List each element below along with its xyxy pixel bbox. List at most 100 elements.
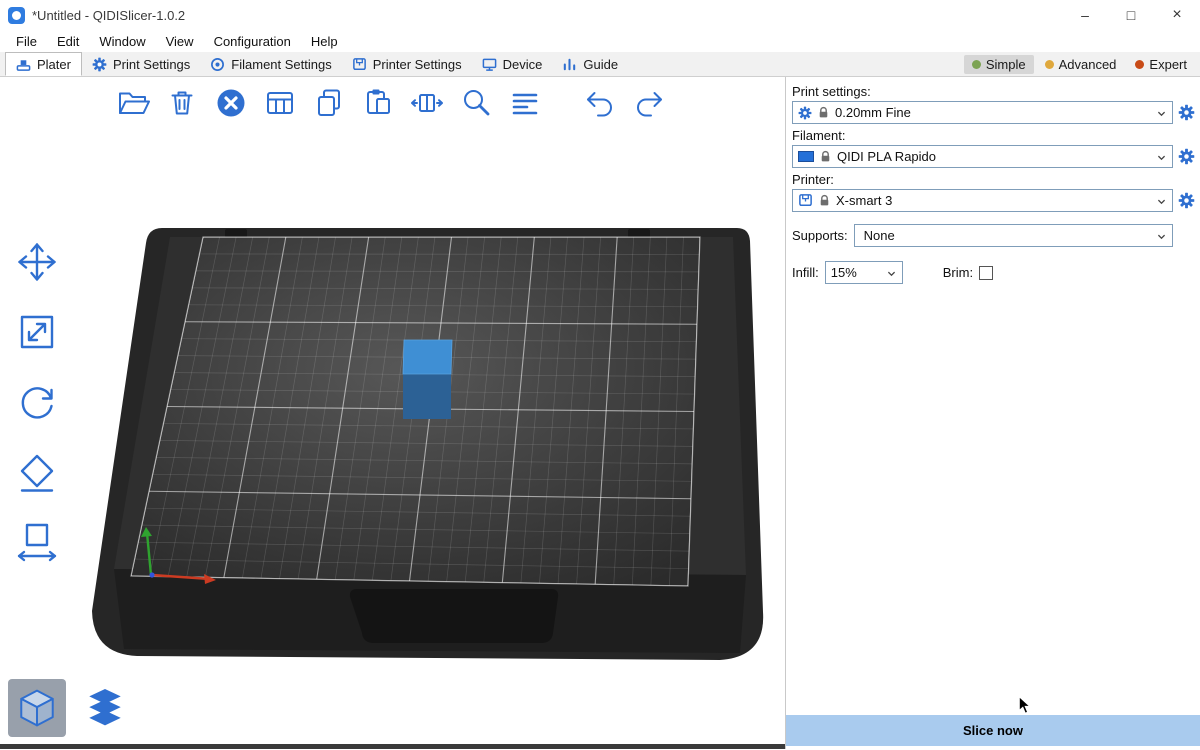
lock-icon	[817, 106, 830, 119]
viewport-bottom-strip	[0, 744, 785, 749]
rotate-tool-button[interactable]	[8, 375, 66, 429]
paste-button[interactable]	[359, 84, 397, 122]
tab-device[interactable]: Device	[472, 52, 553, 76]
menu-help[interactable]: Help	[301, 34, 348, 49]
tab-label: Guide	[583, 57, 618, 72]
printer-value: X-smart 3	[836, 193, 892, 208]
edit-printer-button[interactable]	[1178, 192, 1195, 209]
paste-icon	[360, 85, 396, 121]
close-button[interactable]: ×	[1154, 0, 1200, 30]
mode-label: Advanced	[1059, 57, 1117, 72]
open-button[interactable]	[114, 84, 152, 122]
mode-simple[interactable]: Simple	[964, 55, 1034, 74]
menu-edit[interactable]: Edit	[47, 34, 89, 49]
redo-button[interactable]	[630, 84, 668, 122]
print-settings-value: 0.20mm Fine	[835, 105, 911, 120]
printer-label: Printer:	[792, 172, 1195, 187]
redo-icon	[631, 85, 667, 121]
mirror-icon	[14, 519, 60, 565]
printer-icon	[352, 57, 367, 72]
supports-combo[interactable]: None	[854, 224, 1173, 247]
menu-configuration[interactable]: Configuration	[204, 34, 301, 49]
supports-value: None	[864, 228, 895, 243]
chevron-down-icon	[1156, 107, 1167, 118]
tab-label: Print Settings	[113, 57, 190, 72]
printer-combo[interactable]: X-smart 3	[792, 189, 1173, 212]
menu-file[interactable]: File	[6, 34, 47, 49]
place-on-face-icon	[14, 449, 60, 495]
window-controls: – □ ×	[1062, 0, 1200, 30]
guide-bars-icon	[562, 57, 577, 72]
mode-label: Expert	[1149, 57, 1187, 72]
rotate-icon	[14, 379, 60, 425]
maximize-button[interactable]: □	[1108, 0, 1154, 30]
trash-icon	[164, 85, 200, 121]
infill-label: Infill:	[792, 265, 819, 280]
undo-button[interactable]	[581, 84, 619, 122]
filament-combo[interactable]: QIDI PLA Rapido	[792, 145, 1173, 168]
tab-filament-settings[interactable]: Filament Settings	[200, 52, 341, 76]
tab-label: Plater	[37, 57, 71, 72]
tab-printer-settings[interactable]: Printer Settings	[342, 52, 472, 76]
arrange-button[interactable]	[261, 84, 299, 122]
settings-sidebar: Print settings: 0.20mm Fine Filament: QI…	[785, 77, 1200, 749]
infill-combo[interactable]: 15%	[825, 261, 903, 284]
tab-print-settings[interactable]: Print Settings	[82, 52, 200, 76]
advanced-mode-dot-icon	[1045, 60, 1054, 69]
edit-print-settings-button[interactable]	[1178, 104, 1195, 121]
slice-now-button[interactable]: Slice now	[786, 715, 1200, 746]
delete-all-button[interactable]	[212, 84, 250, 122]
lock-icon	[819, 150, 832, 163]
split-instances-icon	[409, 85, 445, 121]
app-icon	[8, 7, 25, 24]
menu-view[interactable]: View	[156, 34, 204, 49]
filament-value: QIDI PLA Rapido	[837, 149, 936, 164]
menu-bar: File Edit Window View Configuration Help	[0, 30, 1200, 52]
expert-mode-dot-icon	[1135, 60, 1144, 69]
chevron-down-icon	[886, 267, 897, 278]
brim-checkbox[interactable]	[979, 266, 993, 280]
minimize-button[interactable]: –	[1062, 0, 1108, 30]
plater-icon	[16, 57, 31, 72]
mode-label: Simple	[986, 57, 1026, 72]
variable-layer-height-button[interactable]	[506, 84, 544, 122]
layers-lines-icon	[507, 85, 543, 121]
mirror-tool-button[interactable]	[8, 515, 66, 569]
copy-icon	[311, 85, 347, 121]
tab-guide[interactable]: Guide	[552, 52, 628, 76]
view-toolbar	[8, 679, 134, 737]
menu-window[interactable]: Window	[89, 34, 155, 49]
lock-icon	[818, 194, 831, 207]
device-monitor-icon	[482, 57, 497, 72]
mode-expert[interactable]: Expert	[1127, 55, 1195, 74]
scale-icon	[14, 309, 60, 355]
edit-filament-button[interactable]	[1178, 148, 1195, 165]
simple-mode-dot-icon	[972, 60, 981, 69]
move-tool-button[interactable]	[8, 235, 66, 289]
preview-view-button[interactable]	[76, 679, 134, 737]
copy-button[interactable]	[310, 84, 348, 122]
window-title: *Untitled - QIDISlicer-1.0.2	[32, 8, 185, 23]
print-settings-label: Print settings:	[792, 84, 1195, 99]
3d-editor-view-button[interactable]	[8, 679, 66, 737]
3d-scene[interactable]	[0, 77, 785, 749]
open-folder-icon	[115, 85, 151, 121]
filament-label: Filament:	[792, 128, 1195, 143]
tab-plater[interactable]: Plater	[5, 52, 82, 76]
layers-stack-icon	[81, 684, 129, 732]
split-instances-button[interactable]	[408, 84, 446, 122]
delete-button[interactable]	[163, 84, 201, 122]
mouse-cursor-icon	[1018, 695, 1032, 716]
model-cube[interactable]	[403, 340, 452, 419]
place-on-face-tool-button[interactable]	[8, 445, 66, 499]
mode-advanced[interactable]: Advanced	[1037, 55, 1125, 74]
3d-viewport[interactable]	[0, 77, 785, 749]
move-arrows-icon	[14, 239, 60, 285]
search-icon	[458, 85, 494, 121]
search-button[interactable]	[457, 84, 495, 122]
arrange-grid-icon	[262, 85, 298, 121]
gear-icon	[798, 106, 812, 120]
scale-tool-button[interactable]	[8, 305, 66, 359]
filament-color-swatch	[798, 151, 814, 162]
print-settings-combo[interactable]: 0.20mm Fine	[792, 101, 1173, 124]
